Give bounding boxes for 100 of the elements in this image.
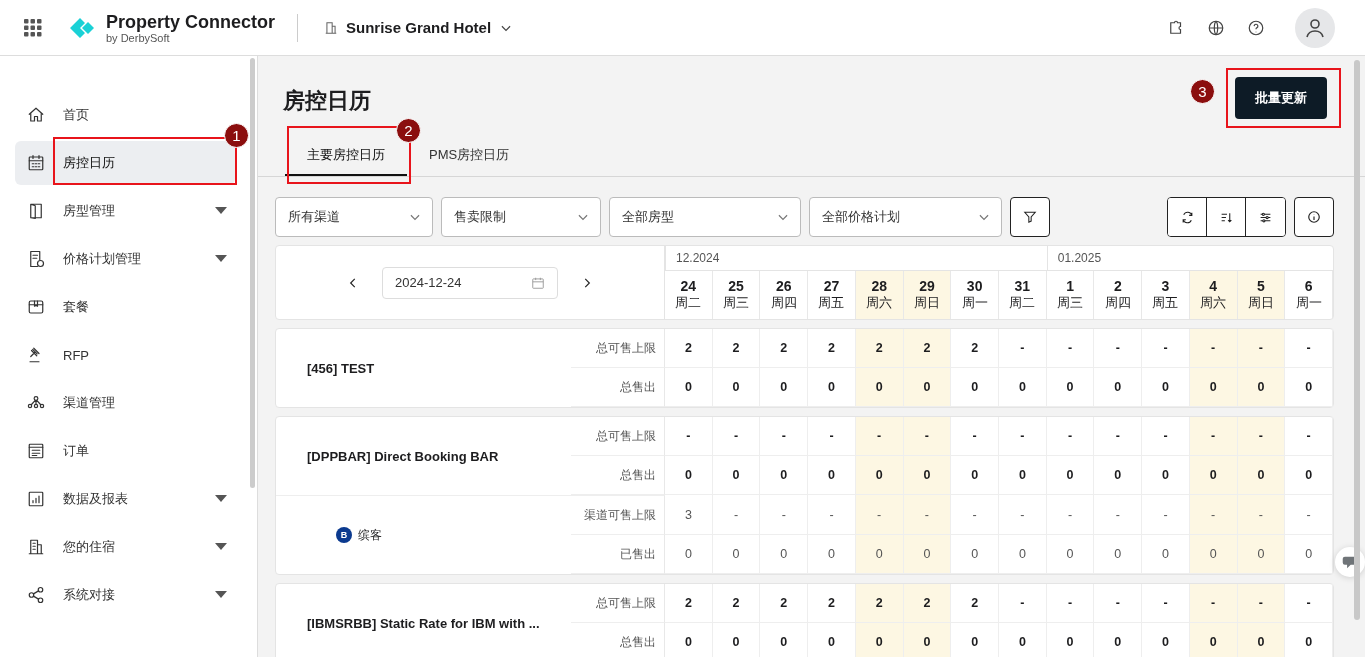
day-header: 26 周四 (760, 271, 809, 319)
table-cell: 2 (951, 584, 999, 623)
step-badge: 1 (224, 123, 249, 148)
table-cell: - (665, 417, 713, 456)
avatar-button[interactable] (1295, 7, 1335, 48)
table-cell: - (1142, 495, 1190, 535)
table-cell: 0 (1046, 535, 1095, 574)
filter-dropdown[interactable]: 售卖限制 (441, 197, 601, 237)
table-cell: 0 (712, 456, 761, 495)
day-header: 1 周三 (1046, 271, 1095, 319)
row-label: 总可售上限 (571, 584, 665, 623)
table-cell: - (1189, 417, 1238, 456)
package-icon (27, 298, 45, 316)
table-cell: 0 (1189, 368, 1238, 407)
filter-icon[interactable] (1010, 197, 1050, 237)
table-cell: 0 (951, 456, 999, 495)
table-cell: 0 (951, 535, 999, 574)
table-cell: - (1094, 584, 1143, 623)
sidebar-item[interactable]: 房控日历 (15, 141, 235, 185)
table-cell: - (903, 417, 952, 456)
room-name: [IBMSRBB] Static Rate for IBM with ... (306, 614, 541, 633)
day-header: 27 周五 (808, 271, 856, 319)
filter-dropdown[interactable]: 全部房型 (609, 197, 801, 237)
day-header: 25 周三 (712, 271, 761, 319)
row-label: 总可售上限 (571, 417, 665, 456)
sidebar-item[interactable]: 房型管理 (15, 189, 235, 233)
page-title: 房控日历 (283, 87, 371, 115)
table-cell: 0 (665, 456, 713, 495)
table-cell: - (1237, 495, 1286, 535)
table-cell: 0 (1237, 623, 1286, 657)
table-cell: 0 (1189, 456, 1238, 495)
table-cell: 0 (760, 456, 809, 495)
calendar-icon (531, 275, 545, 290)
table-cell: 2 (712, 584, 761, 623)
sidebar-item[interactable]: 您的住宿 (15, 525, 235, 569)
table-cell: 0 (1189, 535, 1238, 574)
sidebar-item[interactable]: RFP (15, 333, 235, 377)
table-cell: 0 (665, 535, 713, 574)
table-cell: - (855, 417, 904, 456)
day-header: 29 周日 (903, 271, 952, 319)
row-label: 总售出 (571, 623, 665, 657)
sort-icon[interactable] (1207, 198, 1246, 236)
sidebar-item[interactable]: 订单 (15, 429, 235, 473)
table-cell: - (1094, 417, 1143, 456)
table-cell: 0 (665, 368, 713, 407)
table-cell: 0 (903, 623, 952, 657)
table-cell: - (951, 495, 999, 535)
day-header: 3 周五 (1142, 271, 1190, 319)
table-cell: - (855, 495, 904, 535)
day-header: 30 周一 (951, 271, 999, 319)
sidebar-item[interactable]: 渠道管理 (15, 381, 235, 425)
table-cell: 2 (903, 329, 952, 368)
filter-dropdown[interactable]: 全部价格计划 (809, 197, 1002, 237)
sidebar-item[interactable]: 数据及报表 (15, 477, 235, 521)
table-cell: 0 (1142, 368, 1190, 407)
table-cell: 0 (1046, 456, 1095, 495)
table-cell: 0 (1142, 456, 1190, 495)
table-cell: 0 (855, 368, 904, 407)
sliders-icon[interactable] (1246, 198, 1285, 236)
table-cell: 0 (1237, 456, 1286, 495)
table-cell: 0 (712, 623, 761, 657)
table-cell: - (951, 417, 999, 456)
table-cell: 0 (1285, 456, 1333, 495)
day-header: 24 周二 (665, 271, 713, 319)
receipt-icon (27, 250, 45, 268)
table-cell: 0 (951, 368, 999, 407)
info-icon[interactable] (1294, 197, 1334, 237)
building-icon (324, 20, 339, 35)
hotel-selector[interactable]: Sunrise Grand Hotel (320, 15, 518, 40)
apps-menu-icon[interactable] (22, 16, 44, 39)
table-cell: 0 (855, 535, 904, 574)
table-cell: 0 (712, 368, 761, 407)
app-subtitle: by DerbySoft (106, 31, 170, 44)
share-icon (27, 586, 45, 604)
sidebar-item[interactable]: 系统对接 (15, 573, 235, 617)
table-cell: - (1285, 417, 1333, 456)
table-cell: 0 (808, 368, 856, 407)
sidebar-item[interactable]: 价格计划管理 (15, 237, 235, 281)
table-cell: 0 (1237, 535, 1286, 574)
filter-dropdown[interactable]: 所有渠道 (275, 197, 433, 237)
day-header: 31 周二 (999, 271, 1047, 319)
row-label: 已售出 (571, 535, 665, 574)
table-cell: - (1046, 584, 1095, 623)
table-cell: 0 (1285, 623, 1333, 657)
refresh-icon[interactable] (1168, 198, 1207, 236)
table-cell: 0 (760, 623, 809, 657)
table-cell: 0 (855, 623, 904, 657)
table-cell: 0 (808, 535, 856, 574)
table-cell: - (1285, 584, 1333, 623)
table-cell: 0 (665, 623, 713, 657)
table-cell: 0 (1094, 456, 1143, 495)
table-cell: 0 (760, 535, 809, 574)
table-cell: 0 (760, 368, 809, 407)
date-field[interactable]: 2024-12-24 (382, 266, 558, 299)
table-cell: 0 (1189, 623, 1238, 657)
channel-logo-icon: B (336, 527, 352, 543)
table-cell: 0 (808, 623, 856, 657)
sidebar-item[interactable]: 套餐 (15, 285, 235, 329)
table-cell: 2 (760, 329, 809, 368)
batch-update-button[interactable]: 批量更新 (1235, 77, 1327, 119)
